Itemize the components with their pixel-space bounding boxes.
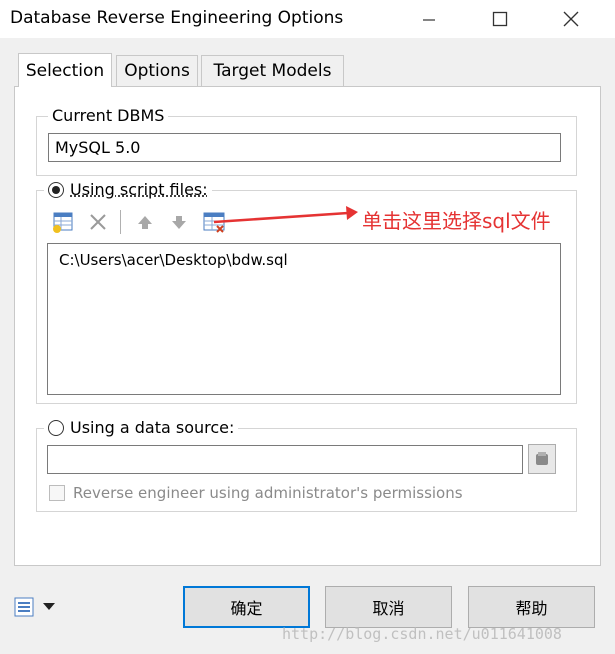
delete-icon[interactable] bbox=[88, 212, 108, 232]
current-dbms-label: Current DBMS bbox=[48, 106, 169, 125]
minimize-button[interactable] bbox=[406, 0, 452, 38]
watermark: http://blog.csdn.net/u011641008 bbox=[282, 625, 562, 643]
admin-permissions-option[interactable]: Reverse engineer using administrator's p… bbox=[49, 484, 463, 502]
annotation-text: 单击这里选择sql文件 bbox=[362, 209, 551, 233]
close-button[interactable] bbox=[548, 0, 594, 38]
maximize-button[interactable] bbox=[477, 0, 523, 38]
script-files-option[interactable]: Using script files: bbox=[44, 180, 212, 199]
chevron-down-icon bbox=[43, 603, 55, 610]
admin-permissions-checkbox[interactable] bbox=[49, 485, 65, 501]
close-icon bbox=[563, 11, 579, 27]
tab-options[interactable]: Options bbox=[116, 55, 198, 87]
data-source-radio[interactable] bbox=[48, 419, 64, 436]
ok-button[interactable]: 确定 bbox=[183, 586, 310, 628]
add-file-icon[interactable] bbox=[52, 211, 74, 233]
move-down-icon[interactable] bbox=[170, 213, 188, 231]
current-dbms-field[interactable]: MySQL 5.0 bbox=[48, 133, 561, 162]
script-files-radio[interactable] bbox=[48, 181, 64, 198]
data-source-browse-button[interactable] bbox=[528, 444, 556, 474]
toolbar-separator bbox=[120, 210, 121, 234]
script-files-label: Using script files: bbox=[70, 180, 208, 199]
list-settings-icon bbox=[14, 597, 34, 617]
list-item[interactable]: C:\Users\acer\Desktop\bdw.sql bbox=[59, 251, 288, 269]
move-up-icon[interactable] bbox=[136, 213, 154, 231]
options-menu-button[interactable] bbox=[13, 596, 55, 618]
window-title: Database Reverse Engineering Options bbox=[10, 8, 344, 28]
database-icon bbox=[536, 452, 548, 465]
minimize-icon bbox=[423, 19, 435, 21]
tab-selection[interactable]: Selection bbox=[18, 53, 112, 87]
help-button[interactable]: 帮助 bbox=[468, 586, 595, 628]
script-file-list[interactable]: C:\Users\acer\Desktop\bdw.sql bbox=[47, 243, 561, 395]
data-source-option[interactable]: Using a data source: bbox=[44, 418, 239, 437]
tab-target-models[interactable]: Target Models bbox=[201, 55, 344, 87]
annotation-arrow bbox=[213, 206, 358, 224]
admin-permissions-label: Reverse engineer using administrator's p… bbox=[73, 484, 463, 502]
data-source-label: Using a data source: bbox=[70, 418, 235, 437]
data-source-field[interactable] bbox=[47, 445, 523, 474]
maximize-icon bbox=[492, 11, 508, 27]
cancel-button[interactable]: 取消 bbox=[325, 586, 452, 628]
